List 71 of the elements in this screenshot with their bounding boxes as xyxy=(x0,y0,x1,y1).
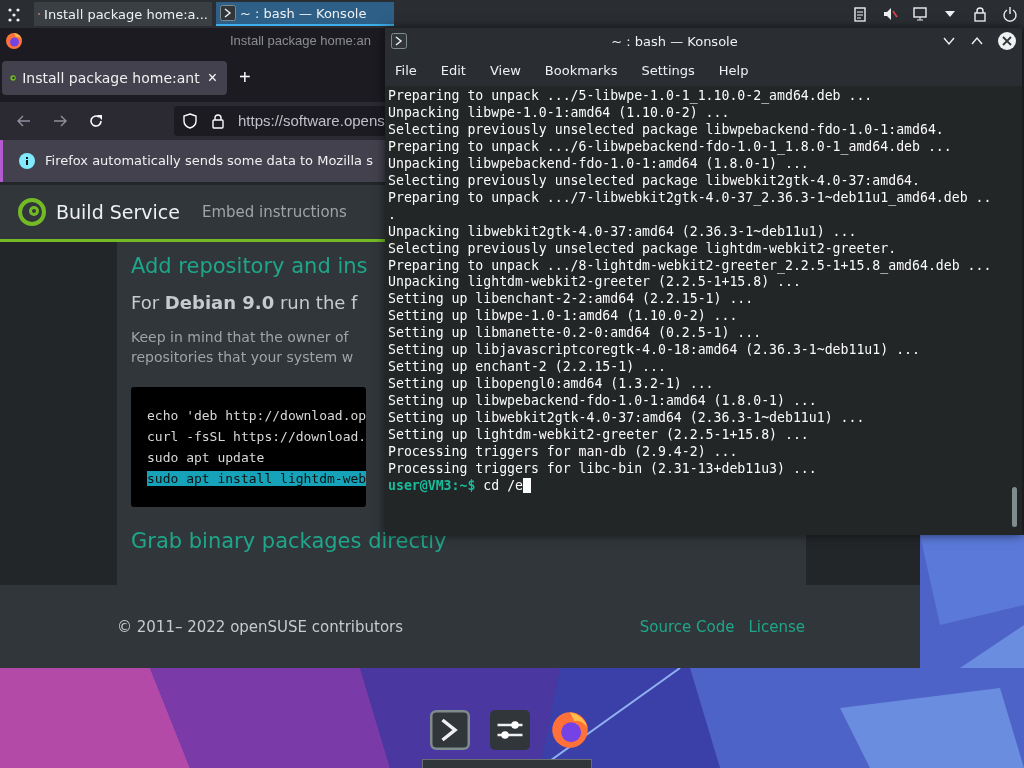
terminal-line: Setting up libwebkit2gtk-4.0-37:amd64 (2.36.3-1~deb11u1) ... xyxy=(388,410,866,428)
window-title: ~ : bash — Konsole xyxy=(610,33,739,49)
terminal-line: Setting up libmanette-0.2-0:amd64 (0.2.5-1) ... xyxy=(388,325,763,343)
terminal-line: Setting up enchant-2 (2.2.15-1) ... xyxy=(388,359,667,377)
browser-tab[interactable]: Install package home:ant × xyxy=(2,60,227,95)
terminal-line: Selecting previously unselected package libwpebackend-fdo-1.0-1:amd64. xyxy=(388,121,945,139)
clipboard-icon[interactable] xyxy=(852,6,868,22)
window-title: Install package home:an xyxy=(230,33,371,49)
nav-link[interactable]: Embed instructions xyxy=(201,202,347,221)
terminal-line: Unpacking libwebkit2gtk-4.0-37:amd64 (2.36.3-1~deb11u1) ... xyxy=(388,223,858,241)
chameleon-logo-icon xyxy=(18,197,46,226)
code-line: echo 'deb http://download.op xyxy=(147,407,367,423)
address-bar[interactable]: https://software.opens xyxy=(174,105,385,136)
terminal-line: Unpacking libwpe-1.0-1:amd64 (1.10.0-2) ... xyxy=(388,104,731,122)
section-heading: Add repository and ins xyxy=(131,253,368,278)
terminal-line: Preparing to unpack .../6-libwpebackend-fdo-1.0-1_1.8.0-1_amd64.deb ... xyxy=(388,138,953,156)
terminal-line: Processing triggers for man-db (2.9.4-2) ... xyxy=(388,444,739,461)
notification-text: Firefox automatically sends some data to Mozilla s xyxy=(45,153,373,169)
terminal-icon[interactable] xyxy=(391,33,407,49)
typed-command: cd /e xyxy=(483,477,524,493)
site-title[interactable]: Build Service xyxy=(56,200,180,223)
sliders-icon[interactable] xyxy=(490,710,530,750)
footer-link[interactable]: Source Code xyxy=(639,617,735,636)
terminal-line: Setting up lightdm-webkit2-greeter (2.2.5-1+15.8) ... xyxy=(388,427,810,444)
shield-icon xyxy=(182,112,198,129)
terminal-line: Preparing to unpack .../5-libwpe-1.0-1_1.10.0-2_amd64.deb ... xyxy=(388,88,874,105)
terminal-line: Preparing to unpack .../7-libwebkit2gtk-4.0-37_2.36.3-1~deb11u1_amd64.deb .. xyxy=(388,189,993,207)
muted-speaker-icon[interactable] xyxy=(882,6,898,22)
terminal-line: Unpacking libwpebackend-fdo-1.0-1:amd64 (1.8.0-1) ... xyxy=(388,155,810,173)
menu-item[interactable]: Help xyxy=(718,62,749,78)
terminal-line: Selecting previously unselected package libwebkit2gtk-4.0-37:amd64. xyxy=(388,172,921,190)
shell-prompt: user@VM3:~$ xyxy=(388,477,476,493)
info-icon xyxy=(19,152,35,169)
copyright-text: © 2011– 2022 openSUSE contributors xyxy=(117,617,404,636)
code-line: sudo apt update xyxy=(147,449,265,465)
scrollbar-thumb[interactable] xyxy=(1012,487,1017,527)
app-launcher-icon[interactable] xyxy=(6,6,22,22)
menu-item[interactable]: Bookmarks xyxy=(544,62,618,78)
note-text: repositories that your system w xyxy=(131,347,354,367)
menu-item[interactable]: File xyxy=(395,62,417,78)
section-heading: Grab binary packages directly xyxy=(131,528,447,553)
menu-item[interactable]: Edit xyxy=(440,62,466,78)
new-tab-button[interactable]: + xyxy=(237,66,253,90)
terminal-line: Setting up libjavascriptcoregtk-4.0-18:amd64 (2.36.3-1~deb11u1) ... xyxy=(388,342,921,360)
note-text: Keep in mind that the owner of xyxy=(131,327,350,347)
reload-icon[interactable] xyxy=(88,112,104,129)
terminal-line: . xyxy=(388,206,397,224)
terminal-icon[interactable] xyxy=(430,710,470,750)
lock-icon xyxy=(210,112,226,129)
terminal-line: Processing triggers for libc-bin (2.31-13+deb11u3) ... xyxy=(388,460,818,478)
close-tab-button[interactable]: × xyxy=(205,68,219,87)
power-icon[interactable] xyxy=(1002,6,1018,22)
terminal-icon[interactable] xyxy=(220,5,236,21)
footer-link[interactable]: License xyxy=(748,617,805,636)
display-icon[interactable] xyxy=(912,6,928,22)
lock-icon[interactable] xyxy=(972,6,988,22)
taskbar-button[interactable]: Install package home:a... xyxy=(34,2,212,26)
terminal-line: Setting up libwpebackend-fdo-1.0-1:amd64 (1.8.0-1) ... xyxy=(388,393,818,411)
terminal-line: Selecting previously unselected package lightdm-webkit2-greeter. xyxy=(388,240,898,258)
terminal-line: Setting up libwpe-1.0-1:amd64 (1.10.0-2) ... xyxy=(388,308,739,326)
text-cursor xyxy=(523,477,532,493)
menu-item[interactable]: Settings xyxy=(641,62,695,78)
instruction-text: For Debian 9.0 run the f xyxy=(131,291,358,313)
terminal-line: Preparing to unpack .../8-lightdm-webkit2-greeter_2.2.5-1+15.8_amd64.deb ... xyxy=(388,257,993,275)
terminal-line: Setting up libenchant-2-2:amd64 (2.2.15-1) ... xyxy=(388,291,755,309)
menu-item[interactable]: View xyxy=(489,62,521,78)
terminal-line: Setting up libopengl0:amd64 (1.3.2-1) ... xyxy=(388,376,715,394)
close-icon[interactable] xyxy=(998,32,1016,50)
terminal-line: Unpacking lightdm-webkit2-greeter (2.2.5-1+15.8) ... xyxy=(388,274,802,292)
taskbar-button[interactable]: ~ : bash — Konsole xyxy=(216,2,394,26)
code-line: curl -fsSL https://download. xyxy=(147,428,367,444)
